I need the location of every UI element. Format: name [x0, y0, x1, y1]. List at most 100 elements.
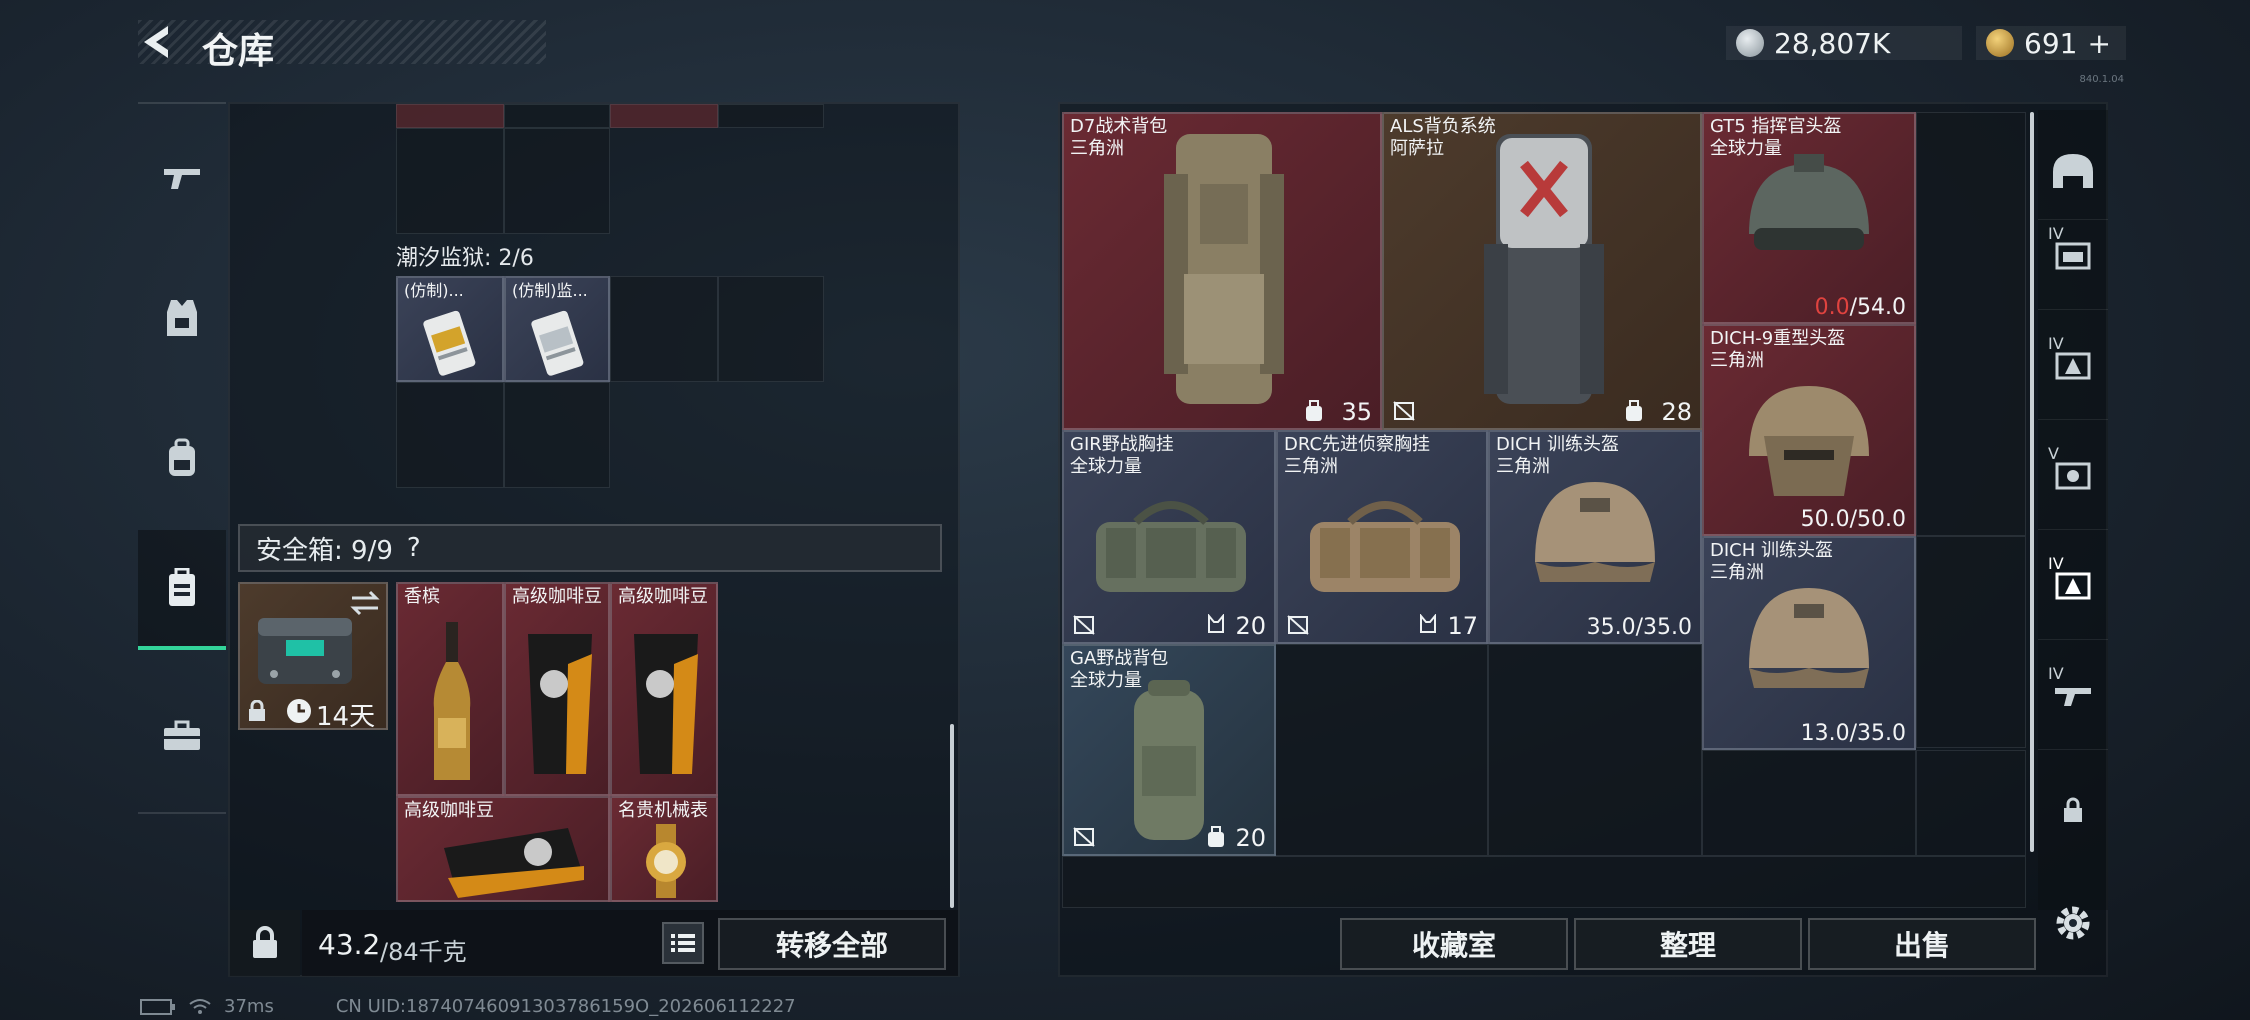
filter-armor-iv[interactable]: IV [2038, 310, 2108, 420]
gold-coin-icon [1986, 29, 2014, 57]
grid-cell[interactable] [396, 382, 504, 488]
no-trade-icon [1073, 827, 1095, 847]
safebox-slot[interactable]: 14天 [238, 582, 388, 730]
nav-safebox[interactable] [138, 530, 226, 650]
version-text: 840.1.04 [2079, 74, 2124, 85]
helmet-image [1749, 386, 1869, 496]
grid-cell[interactable] [1916, 112, 2026, 536]
watch-image [646, 824, 686, 898]
clock-icon [287, 699, 311, 723]
help-icon[interactable]: ? [407, 533, 421, 563]
grid-cell[interactable] [1916, 536, 2026, 748]
case-icon [164, 720, 200, 750]
no-trade-icon [1393, 401, 1415, 421]
header-bar [138, 20, 546, 64]
safebox-item-watch[interactable]: 名贵机械表 [610, 796, 718, 902]
weight-total: /84千克 [380, 938, 467, 966]
safebox-item-coffee[interactable]: 高级咖啡豆 [396, 796, 610, 902]
nav-armor[interactable] [138, 258, 226, 378]
grid-cell[interactable] [718, 104, 824, 128]
grid-cell[interactable] [1062, 856, 2026, 908]
grid-cell[interactable] [504, 128, 610, 234]
section-label: 潮汐监狱: 2/6 [396, 246, 534, 271]
grid-cell[interactable] [396, 128, 504, 234]
backpack-image [1134, 680, 1204, 840]
helmet-icon [2053, 153, 2093, 188]
grid-cell[interactable] [1488, 644, 1702, 856]
sell-button[interactable]: 出售 [1808, 918, 2036, 970]
silver-currency[interactable]: 28,807K [1726, 26, 1962, 60]
grid-cell[interactable] [1916, 750, 2026, 856]
safebox-label: 安全箱: 9/9 [256, 535, 393, 566]
silver-amount: 28,807K [1774, 26, 1891, 60]
backpack-v-icon [2055, 462, 2091, 489]
uid-text: CN UID:18740746091303786159O_20260611222… [335, 996, 796, 1017]
helmet-image [1535, 482, 1655, 582]
item-drc-chestrig[interactable]: DRC先进侦察胸挂 三角洲 17 [1276, 430, 1488, 644]
weight-value: 43.2 [318, 928, 381, 961]
right-scrollbar[interactable] [2030, 112, 2034, 852]
filter-armor-iv-active[interactable]: IV [2038, 530, 2108, 640]
helmet-image [1749, 154, 1869, 250]
backpack-image [1164, 134, 1284, 404]
item-dich-training-helmet[interactable]: DICH 训练头盔 三角洲 35.0/35.0 [1488, 430, 1702, 644]
grid-cell[interactable] [718, 276, 824, 382]
gold-amount: 691 [2024, 26, 2078, 60]
section-item[interactable]: (仿制)... [396, 276, 504, 382]
collection-room-button[interactable]: 收藏室 [1340, 918, 1568, 970]
safebox-item-champagne[interactable]: 香槟 [396, 582, 504, 796]
chestrig-image [1310, 501, 1460, 592]
left-scrollbar[interactable] [950, 724, 954, 908]
gun-iv-icon [2055, 687, 2091, 706]
locked-filter[interactable] [2038, 760, 2108, 860]
nav-case[interactable] [138, 676, 226, 796]
filter-backpack-v[interactable]: V [2038, 420, 2108, 530]
grid-cell[interactable] [1702, 750, 1916, 856]
item-als-backpack[interactable]: ALS背负系统 阿萨拉 28 [1382, 112, 1702, 430]
transfer-all-button[interactable]: 转移全部 [718, 918, 946, 970]
backpack-icon [169, 438, 195, 476]
grid-cell[interactable] [1274, 644, 1488, 856]
section-item[interactable]: (仿制)监... [504, 276, 610, 382]
gold-currency[interactable]: 691 + [1976, 26, 2126, 60]
no-trade-icon [1287, 615, 1309, 635]
safebox-item-coffee[interactable]: 高级咖啡豆 [504, 582, 610, 796]
nav-backpack[interactable] [138, 398, 226, 518]
capacity-icon [1306, 400, 1322, 421]
list-view-button[interactable] [662, 922, 704, 964]
swap-icon[interactable] [350, 590, 380, 616]
organize-button[interactable]: 整理 [1574, 918, 1802, 970]
item-dich9-helmet[interactable]: DICH-9重型头盔 三角洲 50.0/50.0 [1702, 324, 1916, 536]
item-gir-chestrig[interactable]: GIR野战胸挂 全球力量 20 [1062, 430, 1276, 644]
grid-cell[interactable] [504, 104, 610, 128]
gun-icon [164, 169, 200, 189]
vest-icon [167, 300, 197, 336]
grid-cell[interactable] [504, 382, 610, 488]
safebox-icon [169, 568, 195, 606]
grid-cell[interactable] [396, 104, 504, 128]
safebox-image [258, 618, 352, 684]
nav-weapons[interactable] [138, 118, 226, 238]
item-ga-backpack[interactable]: GA野战背包 全球力量 20 [1062, 644, 1276, 856]
add-gold-button[interactable]: + [2087, 27, 2110, 60]
settings-icon[interactable] [2050, 900, 2096, 946]
grid-cell[interactable] [610, 276, 718, 382]
status-bar: 37ms CN UID:18740746091303786159O_202606… [140, 996, 796, 1017]
grid-cell[interactable] [610, 104, 718, 128]
weight-lock-icon [230, 910, 300, 976]
helmet-image [1749, 588, 1869, 688]
item-gt5-helmet[interactable]: GT5 指挥官头盔 全球力量 0.0/54.0 [1702, 112, 1916, 324]
wifi-icon [189, 998, 211, 1014]
item-d7-backpack[interactable]: D7战术背包 三角洲 35 [1062, 112, 1382, 430]
item-dich-training-helmet[interactable]: DICH 训练头盔 三角洲 13.0/35.0 [1702, 536, 1916, 750]
chestrig-capacity-icon [1420, 614, 1436, 633]
ping-text: 37ms [224, 996, 274, 1017]
safebox-timer: 14天 [316, 702, 376, 730]
coffee-bag-image [528, 634, 592, 774]
coffee-bag-image [634, 634, 698, 774]
safebox-item-coffee[interactable]: 高级咖啡豆 [610, 582, 718, 796]
filter-vest-iv[interactable]: IV [2038, 200, 2108, 310]
lock-icon [2064, 797, 2082, 822]
filter-gun-iv[interactable]: IV [2038, 640, 2108, 750]
back-arrow-icon[interactable] [138, 22, 178, 68]
